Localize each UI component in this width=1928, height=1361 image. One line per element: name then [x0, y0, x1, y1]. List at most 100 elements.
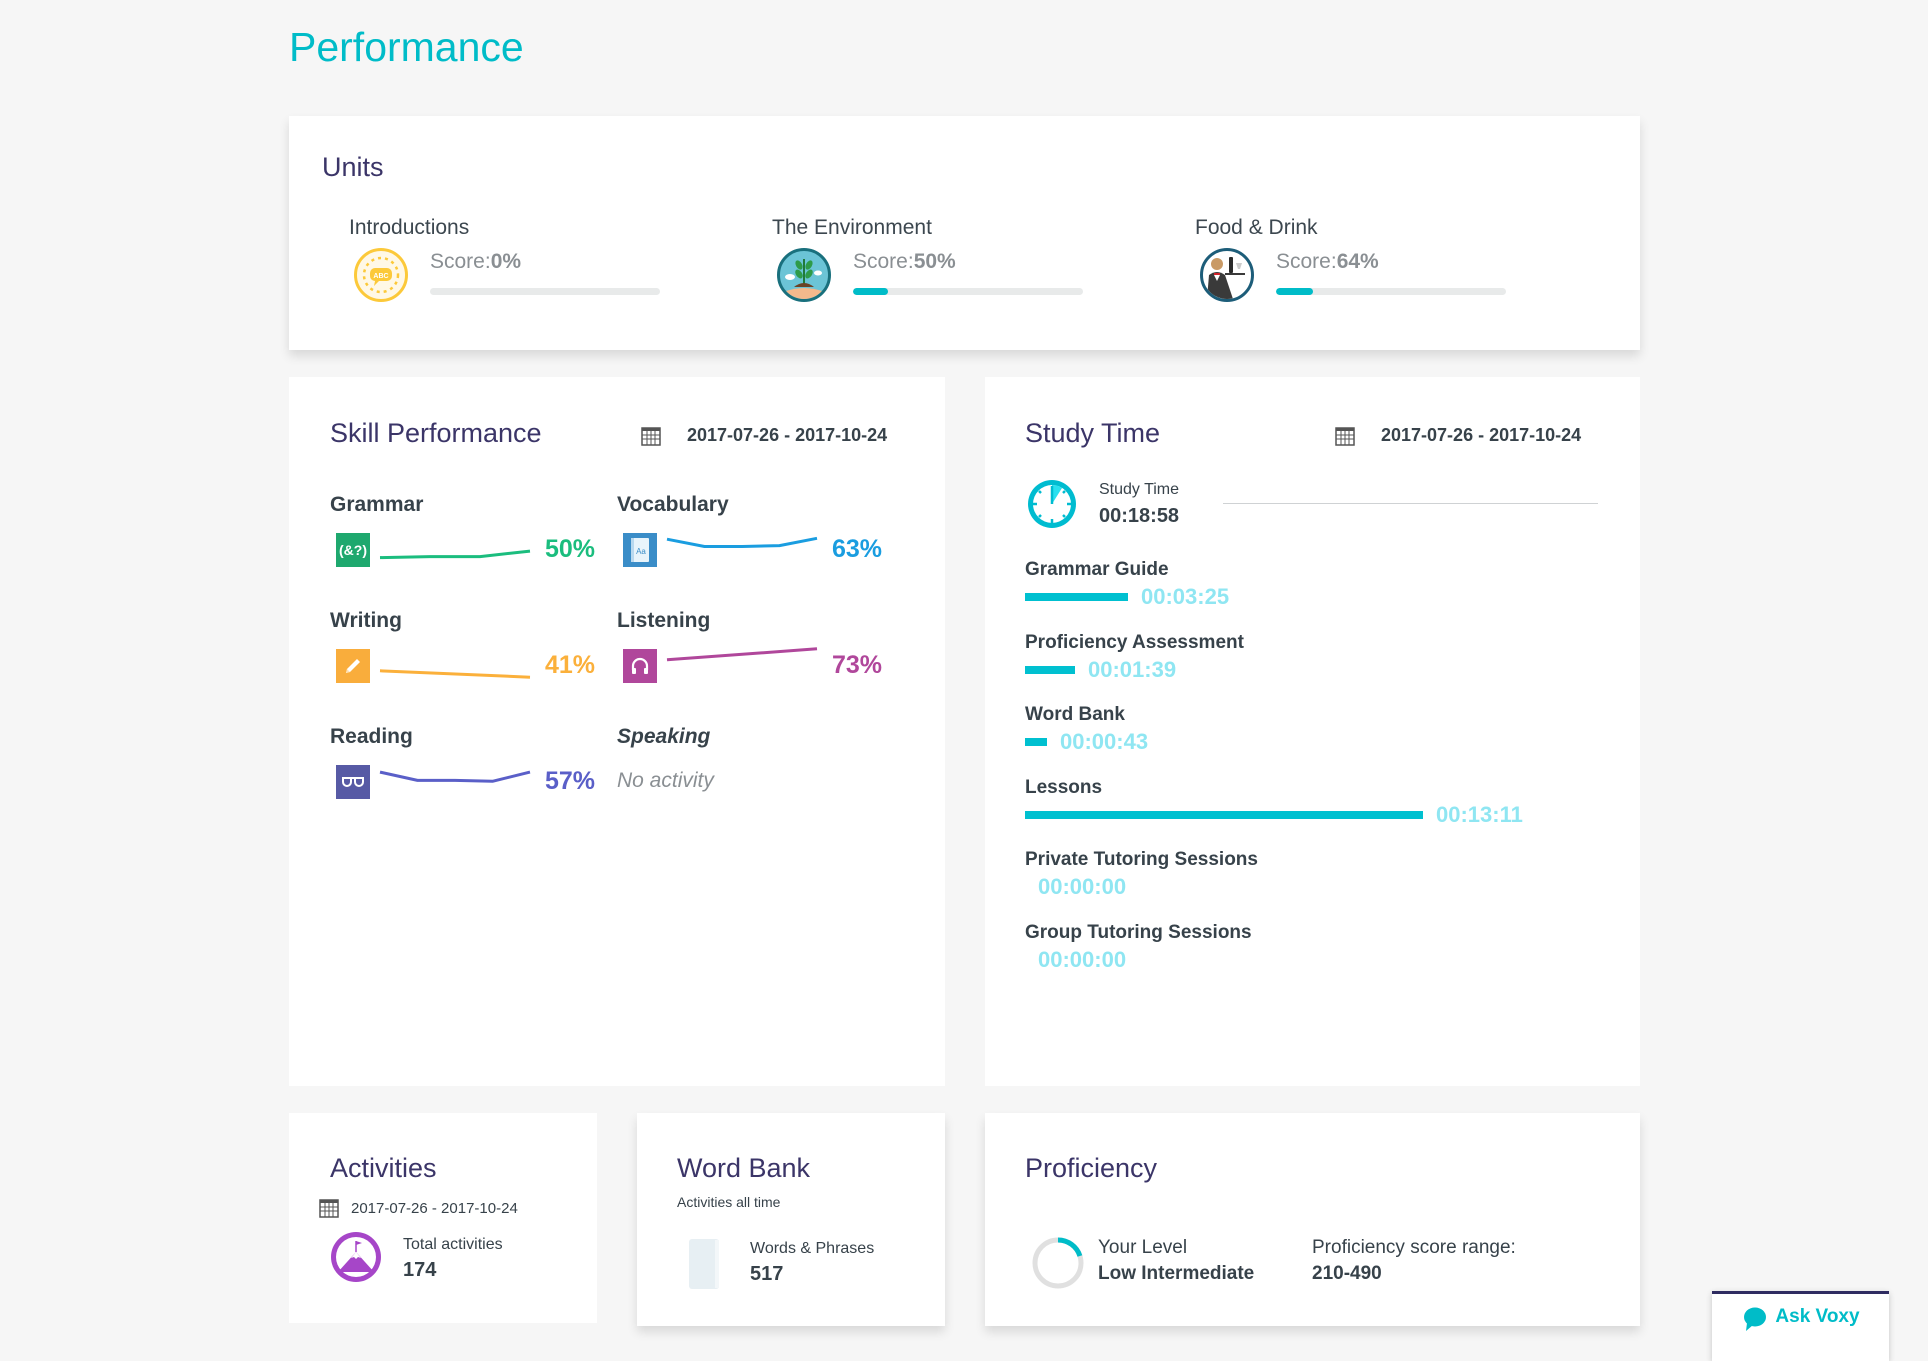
study-time-total-label: Study Time	[1099, 481, 1180, 498]
activities-card: Activities 2017-07-26 - 2017-10-24 Total…	[289, 1113, 597, 1323]
unit-score: Score:64%	[1276, 250, 1379, 273]
total-activities-label: Total activities	[403, 1236, 503, 1253]
sparkline-path	[666, 647, 818, 662]
study-time-bar	[1025, 665, 1075, 674]
study-time-bar	[1025, 593, 1128, 601]
date-range-text: 2017-07-26 - 2017-10-24	[687, 425, 888, 445]
study-time-row: Private Tutoring Sessions 00:00:00	[1025, 849, 1605, 909]
unit-introductions[interactable]: Introductions ABC Score:0%	[349, 216, 729, 326]
unit-progress-bar	[853, 288, 1083, 295]
unit-name: The Environment	[772, 216, 932, 239]
skill-score: 50%	[545, 535, 596, 563]
unit-progress-fill	[1276, 288, 1313, 295]
proficiency-level-ring	[1032, 1237, 1084, 1289]
study-time-row-value: 00:00:00	[1038, 874, 1127, 899]
units-title: Units	[322, 152, 384, 182]
skill-score: 63%	[832, 535, 883, 563]
study-time-row-label: Word Bank	[1025, 704, 1125, 725]
study-date-range-picker[interactable]: 2017-07-26 - 2017-10-24	[1335, 425, 1581, 446]
study-time-row-value: 00:13:11	[1436, 801, 1523, 827]
skill-score: 41%	[545, 651, 596, 679]
calendar-icon	[641, 426, 661, 446]
unit-food-and-drink[interactable]: Food & Drink Score:64%	[1195, 216, 1575, 326]
listening-sparkline	[666, 647, 818, 662]
unit-name: Introductions	[349, 216, 470, 239]
word-bank-card[interactable]: Word Bank Activities all time Words & Ph…	[637, 1113, 945, 1326]
ask-voxy-button[interactable]: Ask Voxy	[1712, 1291, 1889, 1361]
skill-vocabulary[interactable]: Vocabulary Aa 63%	[617, 493, 887, 593]
sparkline-path	[379, 770, 531, 783]
skill-date-range-picker[interactable]: 2017-07-26 - 2017-10-24	[641, 425, 887, 446]
study-time-row: Grammar Guide 00:03:25	[1025, 559, 1605, 619]
divider	[1223, 503, 1598, 504]
word-bank-title: Word Bank	[677, 1153, 811, 1183]
waiter-badge-icon	[1200, 248, 1254, 302]
study-time-row-label: Group Tutoring Sessions	[1025, 921, 1252, 943]
vocabulary-sparkline	[666, 536, 818, 548]
unit-progress-fill	[853, 288, 888, 295]
proficiency-card: Proficiency Your Level Low Intermediate …	[985, 1113, 1640, 1326]
skill-score: 57%	[545, 767, 596, 795]
words-phrases-label: Words & Phrases	[750, 1240, 875, 1257]
writing-sparkline	[379, 669, 531, 679]
reading-sparkline	[379, 770, 531, 783]
plant-in-hand-badge-icon	[777, 248, 831, 302]
skill-name: Listening	[617, 609, 711, 632]
study-time-card: Study Time 2017-07-26 - 2017-10-24 Study…	[985, 377, 1640, 1086]
study-time-row: Proficiency Assessment 00:01:39	[1025, 632, 1605, 692]
calendar-icon	[319, 1199, 339, 1218]
total-activities-value: 174	[403, 1259, 437, 1281]
clock-icon	[1028, 480, 1076, 528]
unit-name: Food & Drink	[1195, 216, 1318, 239]
mountain-flag-icon	[331, 1232, 381, 1282]
your-level-label: Your Level	[1098, 1237, 1188, 1258]
study-time-row-value: 00:00:00	[1038, 946, 1127, 972]
grammar-sparkline	[379, 549, 531, 560]
sparkline-path	[379, 669, 531, 679]
study-time-row-value: 00:01:39	[1088, 656, 1177, 682]
skill-name: Speaking	[617, 725, 711, 748]
date-range-text: 2017-07-26 - 2017-10-24	[351, 1199, 518, 1217]
grammar-symbols-icon: (&?)	[336, 533, 370, 567]
study-time-summary: Study Time 00:18:58	[1025, 477, 1598, 547]
skill-listening[interactable]: Listening 73%	[617, 609, 887, 709]
study-time-bar	[1025, 810, 1423, 819]
your-level-value: Low Intermediate	[1098, 1263, 1255, 1284]
skill-grammar[interactable]: Grammar (&?) 50%	[330, 493, 600, 593]
skill-performance-card: Skill Performance 2017-07-26 - 2017-10-2…	[289, 377, 945, 1086]
study-time-row: Word Bank 00:00:43	[1025, 704, 1605, 764]
study-time-row-value: 00:03:25	[1141, 584, 1230, 609]
skill-name: Grammar	[330, 493, 424, 516]
skill-reading[interactable]: Reading 57%	[330, 725, 600, 825]
skill-name: Writing	[330, 609, 402, 632]
svg-text:ABC: ABC	[373, 273, 388, 280]
unit-progress-bar	[1276, 288, 1506, 295]
study-time-row-label: Grammar Guide	[1025, 559, 1169, 580]
score-range-label: Proficiency score range:	[1312, 1237, 1516, 1258]
score-range-value: 210-490	[1312, 1263, 1382, 1284]
glasses-icon	[336, 765, 370, 799]
words-phrases-value: 517	[750, 1263, 784, 1285]
svg-text:Aa: Aa	[636, 547, 646, 556]
activities-title: Activities	[330, 1153, 437, 1183]
date-range-text: 2017-07-26 - 2017-10-24	[1381, 425, 1582, 445]
activities-date-range[interactable]: 2017-07-26 - 2017-10-24	[319, 1198, 518, 1218]
headphones-icon	[623, 649, 657, 683]
unit-score: Score:0%	[430, 250, 522, 273]
ask-voxy-label: Ask Voxy	[1775, 1306, 1860, 1327]
study-time-title: Study Time	[1025, 418, 1161, 448]
proficiency-title: Proficiency	[1025, 1153, 1158, 1183]
study-time-row-label: Lessons	[1025, 776, 1103, 798]
chat-bubble-icon	[1744, 1307, 1767, 1331]
skill-performance-title: Skill Performance	[330, 418, 542, 448]
skill-speaking[interactable]: Speaking No activity	[617, 725, 887, 825]
vocabulary-book-icon: Aa	[623, 533, 657, 567]
no-activity-text: No activity	[617, 769, 714, 792]
skill-name: Reading	[330, 725, 413, 748]
skill-writing[interactable]: Writing 41%	[330, 609, 600, 709]
study-time-row: Group Tutoring Sessions 00:00:00	[1025, 922, 1605, 982]
abc-speech-badge-icon: ABC	[354, 248, 408, 302]
unit-the-environment[interactable]: The Environment Score:50%	[772, 216, 1152, 326]
study-time-row-value: 00:00:43	[1060, 729, 1149, 754]
calendar-icon	[1335, 426, 1355, 446]
